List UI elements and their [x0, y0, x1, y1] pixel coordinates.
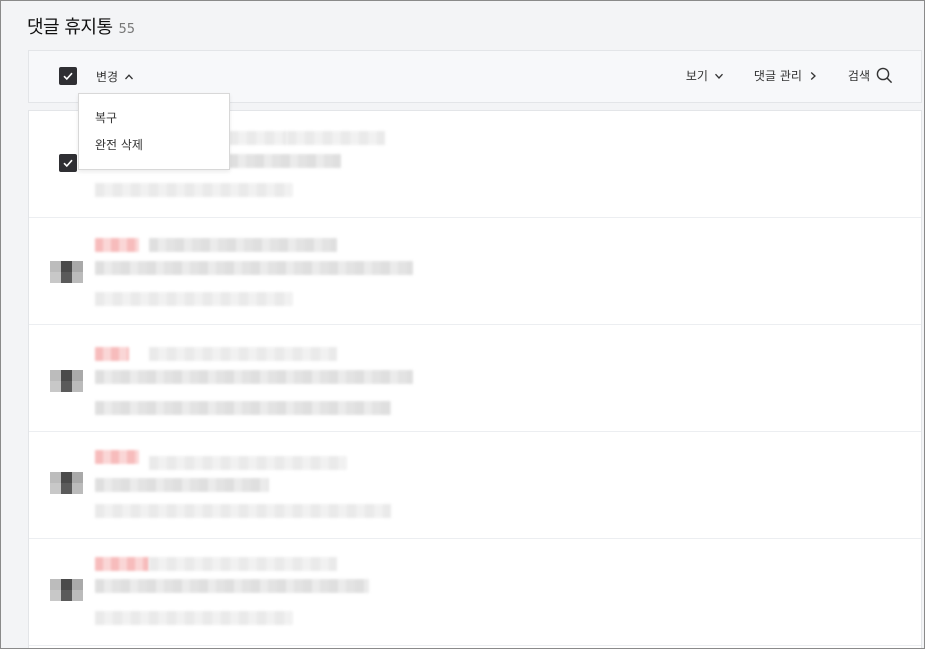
comment-manage-label: 댓글 관리 — [753, 69, 802, 83]
blurred-thumbnail — [50, 579, 83, 601]
list-item[interactable] — [29, 539, 921, 646]
blurred-comment-text — [229, 154, 341, 168]
toolbar-actions: 보기 댓글 관리 검색 — [686, 67, 893, 84]
blurred-meta — [149, 238, 337, 252]
comment-list — [28, 110, 922, 648]
blurred-thumbnail — [50, 370, 83, 392]
page-title: 댓글 휴지통 — [27, 17, 113, 38]
blurred-meta — [287, 131, 385, 145]
blurred-author — [95, 557, 149, 571]
select-all-checkbox[interactable] — [59, 67, 77, 85]
blurred-meta — [149, 456, 347, 470]
list-item[interactable] — [29, 432, 921, 539]
blurred-post-title — [95, 401, 391, 415]
view-label: 보기 — [685, 69, 708, 83]
search-label: 검색 — [847, 69, 870, 83]
blurred-post-title — [95, 183, 293, 197]
search-icon — [876, 67, 893, 84]
blurred-thumbnail — [50, 472, 83, 494]
comment-trash-window: 댓글 휴지통 55 변경 보기 댓글 관리 검색 복구 완전 삭제 — [0, 0, 925, 649]
change-label: 변경 — [96, 70, 119, 84]
view-dropdown[interactable]: 보기 — [686, 67, 724, 84]
page-header: 댓글 휴지통 55 — [27, 13, 135, 39]
blurred-comment-text — [95, 478, 269, 492]
blurred-comment-text — [95, 579, 369, 593]
chevron-down-icon — [714, 73, 723, 79]
list-item[interactable] — [29, 325, 921, 432]
blurred-comment-text — [95, 261, 413, 275]
blurred-author — [95, 450, 139, 464]
blurred-meta — [149, 347, 337, 361]
change-dropdown-menu: 복구 완전 삭제 — [78, 93, 230, 170]
list-item[interactable] — [29, 218, 921, 325]
row-checkbox[interactable] — [59, 154, 77, 172]
check-icon — [63, 72, 73, 81]
blurred-author — [95, 347, 129, 361]
comment-manage-link[interactable]: 댓글 관리 — [754, 67, 818, 84]
chevron-up-icon — [125, 73, 134, 79]
blurred-post-title — [95, 292, 293, 306]
blurred-meta — [149, 557, 337, 571]
chevron-right-icon — [810, 71, 816, 80]
check-icon — [63, 159, 73, 168]
blurred-author — [229, 131, 287, 145]
comment-count: 55 — [118, 22, 136, 37]
blurred-post-title — [95, 504, 391, 518]
permanent-delete-menu-item[interactable]: 완전 삭제 — [79, 135, 229, 162]
blurred-comment-text — [95, 370, 413, 384]
search-button[interactable]: 검색 — [848, 67, 893, 84]
blurred-author — [95, 238, 139, 252]
restore-menu-item[interactable]: 복구 — [79, 108, 229, 135]
blurred-post-title — [95, 611, 293, 625]
blurred-thumbnail — [50, 261, 83, 283]
change-button[interactable]: 변경 — [96, 68, 134, 85]
